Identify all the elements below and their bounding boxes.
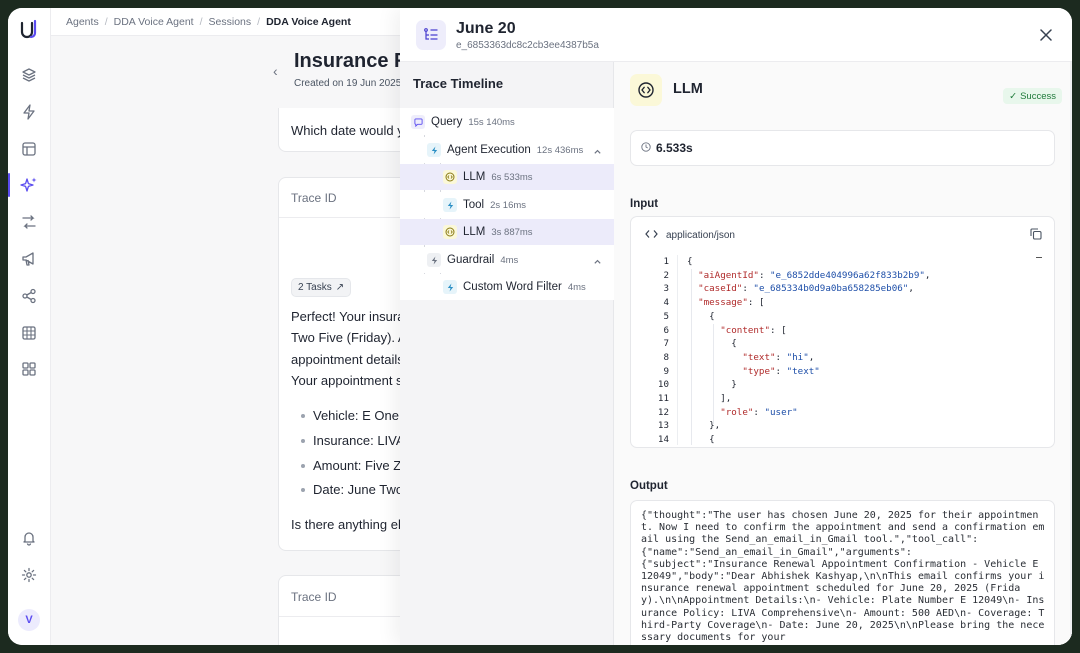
code-icon: [645, 229, 658, 242]
page-created: Created on 19 Jun 2025,: [294, 78, 405, 89]
timeline-title: Trace Timeline: [413, 76, 504, 91]
bolt-icon: [443, 280, 457, 294]
input-header: application/json: [631, 217, 1054, 253]
trace-card: Trace ID 2 Tasks ↗ Perfect! Your insura T…: [278, 177, 408, 551]
app-window: V Agents / DDA Voice Agent / Sessions / DDA…: [8, 8, 1072, 645]
bolt-icon: [427, 253, 441, 267]
reply-line: Your appointment s: [291, 373, 403, 388]
chat-icon: [411, 115, 425, 129]
megaphone-icon[interactable]: [19, 249, 39, 269]
arrow-up-right-icon: ↗: [335, 282, 345, 293]
bolt-icon: [443, 198, 457, 212]
output-label: Output: [630, 480, 668, 492]
list-tree-icon: [416, 20, 446, 50]
list-item: Amount: Five Ze: [301, 458, 407, 473]
route-icon[interactable]: [19, 212, 39, 232]
layers-icon[interactable]: [19, 65, 39, 85]
user-avatar[interactable]: V: [18, 609, 40, 631]
trace-id-label: Trace ID: [291, 590, 337, 604]
span-title: LLM: [673, 81, 703, 97]
timeline-item-agent-execution[interactable]: Agent Execution 12s 436ms: [400, 137, 614, 163]
code-circle-icon: [443, 225, 457, 239]
layout-icon[interactable]: [19, 139, 39, 159]
drawer-header: June 20 e_6853363dc8c2cb3ee4387b5a: [400, 8, 1072, 62]
trace-id-label: Trace ID: [291, 191, 337, 205]
duration-value: 6.533s: [656, 141, 693, 155]
reply-line: Perfect! Your insura: [291, 309, 405, 324]
input-card: application/json 1 2 3 4 5 6 7 8 9 10 11…: [630, 216, 1055, 448]
list-item: Date: June Two: [301, 482, 403, 497]
breadcrumb-agent[interactable]: DDA Voice Agent: [114, 16, 194, 28]
timeline-item-llm[interactable]: LLM 6s 533ms: [400, 164, 614, 190]
list-item: Vehicle: E One T: [301, 408, 407, 423]
trace-card: Trace ID: [278, 575, 408, 645]
close-icon[interactable]: [1036, 25, 1056, 45]
scrollbar[interactable]: [1070, 62, 1072, 645]
settings-icon[interactable]: [19, 565, 39, 585]
timeline-item-custom-word-filter[interactable]: Custom Word Filter 4ms: [400, 274, 614, 300]
code-circle-icon: [630, 74, 662, 106]
timeline-item-query[interactable]: Query 15s 140ms: [400, 109, 614, 135]
share-icon[interactable]: [19, 286, 39, 306]
json-viewer[interactable]: 1 2 3 4 5 6 7 8 9 10 11 12 13 14 { "aiAg…: [641, 255, 1036, 445]
timeline-item-tool[interactable]: Tool 2s 16ms: [400, 192, 614, 218]
sparkles-icon[interactable]: [19, 175, 39, 195]
trace-timeline: Trace Timeline Query 15s 140ms Agent Exec…: [400, 62, 614, 645]
output-card[interactable]: {"thought":"The user has chosen June 20,…: [630, 500, 1055, 645]
message-text: Which date would y: [291, 123, 404, 138]
check-icon: ✓: [1009, 90, 1018, 102]
drawer-id: e_6853363dc8c2cb3ee4387b5a: [456, 40, 599, 51]
clock-icon: [641, 141, 651, 155]
status-badge: ✓ Success: [1003, 88, 1062, 104]
active-indicator: [8, 173, 10, 197]
message-card: Which date would y: [278, 108, 408, 152]
timeline-item-llm[interactable]: LLM 3s 887ms: [400, 219, 614, 245]
output-text: {"thought":"The user has chosen June 20,…: [641, 510, 1045, 644]
table-icon[interactable]: [19, 323, 39, 343]
code-circle-icon: [443, 170, 457, 184]
drawer-title: June 20: [456, 20, 516, 37]
timeline-item-guardrail[interactable]: Guardrail 4ms: [400, 247, 614, 273]
reply-line: Two Five (Friday). A: [291, 330, 407, 345]
input-label: Input: [630, 198, 659, 210]
chevron-up-icon[interactable]: [593, 254, 602, 269]
tasks-chip[interactable]: 2 Tasks ↗: [291, 278, 352, 297]
app-logo-icon[interactable]: [17, 18, 41, 42]
breadcrumb-current: DDA Voice Agent: [266, 15, 351, 28]
breadcrumb-sessions[interactable]: Sessions: [209, 16, 252, 28]
trace-drawer: June 20 e_6853363dc8c2cb3ee4387b5a Trace…: [400, 8, 1072, 645]
scrollbar[interactable]: [1036, 257, 1042, 258]
bolt-icon: [427, 143, 441, 157]
back-chevron-icon[interactable]: ‹: [273, 63, 278, 79]
chevron-up-icon[interactable]: [593, 144, 602, 159]
bolt-icon[interactable]: [19, 102, 39, 122]
content-type: application/json: [666, 229, 735, 241]
copy-icon[interactable]: [1030, 228, 1042, 243]
span-detail: LLM ✓ Success 6.533s Input application/js…: [614, 62, 1072, 645]
bell-icon[interactable]: [19, 528, 39, 548]
breadcrumb-agents[interactable]: Agents: [66, 16, 99, 28]
grid-icon[interactable]: [19, 359, 39, 379]
duration-card: 6.533s: [630, 130, 1055, 166]
left-rail: V: [8, 8, 51, 645]
reply-line: appointment details: [291, 352, 404, 367]
closing-line: Is there anything el: [291, 517, 401, 532]
list-item: Insurance: LIVA: [301, 433, 405, 448]
